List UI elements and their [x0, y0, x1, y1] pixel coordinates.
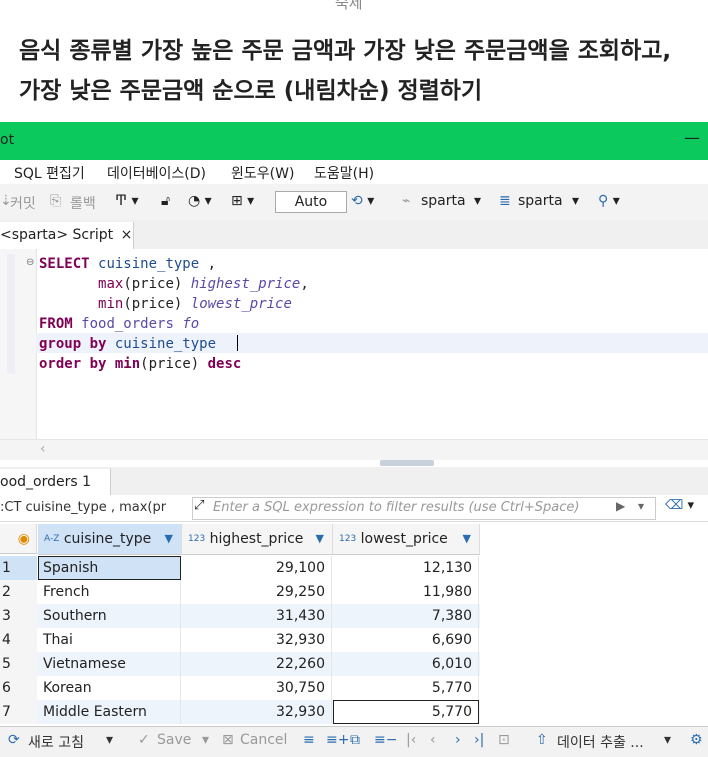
close-icon[interactable]: ×	[121, 227, 133, 243]
column-header-lowest-price[interactable]: 123 lowest_price ▼	[333, 524, 480, 555]
database-icon: ≣	[499, 193, 511, 209]
first-page-icon[interactable]: |‹	[406, 732, 416, 748]
app-title-bar: ot —	[0, 122, 708, 160]
table-row[interactable]: 3 Southern 31,430 7,380	[0, 604, 480, 628]
menu-bar: SQL 편집기 데이터베이스(D) 윈도우(W) 도움말(H)	[0, 160, 708, 184]
next-page-icon[interactable]: ›	[455, 732, 461, 748]
connection-icon: ⌁	[402, 193, 411, 209]
filter-bar: :CT cuisine_type , max(pr ⤢ Enter a SQL …	[0, 495, 708, 522]
assignment-heading: 음식 종류별 가장 높은 주문 금액과 가장 낮은 주문금액을 조회하고, 가장…	[19, 38, 672, 104]
window-title: ot	[0, 132, 15, 148]
plan-icon[interactable]: ⊞ ▾	[231, 193, 254, 209]
scroll-left-icon[interactable]: ‹	[40, 441, 46, 457]
tab-script[interactable]: <sparta> Script ×	[0, 222, 134, 249]
lock-icon[interactable]: 🔓︎	[161, 193, 170, 209]
rollback-button[interactable]: 롤백	[70, 193, 96, 213]
filter-placeholder: Enter a SQL expression to filter results…	[213, 500, 580, 515]
results-bottom-bar: ⟳ 새로 고침 ▾ ✓ Save ▾ ⊠ Cancel ≡ ≡+ ⧉ ≡− |‹…	[0, 726, 708, 757]
column-header-highest-price[interactable]: 123 highest_price ▼	[182, 524, 333, 555]
menu-database[interactable]: 데이터베이스(D)	[107, 163, 206, 183]
chevron-down-icon[interactable]: ▼	[165, 524, 173, 554]
add-row-icon[interactable]: ≡+	[326, 732, 349, 748]
text-caret	[237, 335, 238, 351]
query-preview[interactable]: :CT cuisine_type , max(pr	[0, 500, 186, 515]
edit-row-icon[interactable]: ≡	[303, 732, 315, 748]
cancel-button[interactable]: Cancel	[240, 732, 287, 748]
rollback-icon: ⎘	[50, 193, 62, 209]
copy-row-icon[interactable]: ⧉	[350, 732, 360, 748]
database-selector[interactable]: sparta	[518, 193, 563, 209]
save-icon: ✓	[138, 732, 150, 748]
editor-gutter	[0, 249, 37, 439]
commit-button[interactable]: 커밋	[10, 193, 36, 213]
filter-history-icon[interactable]: ▾	[638, 499, 644, 513]
code-line-1: SELECT cuisine_type ,	[39, 256, 217, 272]
fetch-all-icon[interactable]: ⊡	[498, 732, 510, 748]
export-icon: ⇧	[536, 732, 548, 748]
connection-dropdown-icon[interactable]: ▾	[474, 193, 481, 209]
minimize-button[interactable]: —	[684, 128, 700, 147]
panel-splitter[interactable]	[380, 460, 434, 466]
section-label: 숙제	[335, 0, 363, 12]
menu-help[interactable]: 도움말(H)	[314, 163, 374, 183]
database-dropdown-icon[interactable]: ▾	[572, 193, 579, 209]
code-line-3: min(price) lowest_price	[98, 296, 292, 312]
fold-region-marker	[7, 254, 15, 374]
chevron-down-icon[interactable]: ▼	[316, 524, 324, 554]
menu-sql-editor[interactable]: SQL 편집기	[14, 163, 85, 183]
table-row[interactable]: 6 Korean 30,750 5,770	[0, 676, 480, 700]
tab-results[interactable]: ood_orders 1 ×	[0, 469, 111, 516]
main-toolbar: ⇣ 커밋 ⎘ 롤백 Ͳ ▾ 🔓︎ ◔ ▾ ⊞ ▾ Auto ⟲ ▾ ⌁ spar…	[0, 184, 708, 221]
editor-horizontal-scrollbar[interactable]: ‹	[0, 439, 708, 460]
gauge-icon[interactable]: ◔ ▾	[188, 193, 212, 209]
export-button[interactable]: 데이터 추출 ...	[557, 732, 644, 752]
search-icon[interactable]: ⚲ ▾	[598, 193, 620, 209]
menu-window[interactable]: 윈도우(W)	[231, 163, 294, 183]
code-line-6: order by min(price) desc	[39, 356, 242, 372]
transaction-mode-field[interactable]: Auto	[275, 191, 347, 213]
code-line-2: max(price) highest_price,	[98, 276, 309, 292]
gear-icon[interactable]: ⚙	[690, 732, 703, 748]
refresh-button[interactable]: 새로 고침	[28, 732, 84, 752]
tab-results-label: ood_orders 1	[0, 474, 91, 490]
transaction-mode-icon[interactable]: Ͳ ▾	[115, 193, 139, 209]
table-row[interactable]: 4 Thai 32,930 6,690	[0, 628, 480, 652]
export-dropdown-icon[interactable]: ▾	[664, 732, 671, 748]
table-row[interactable]: 5 Vietnamese 22,260 6,010	[0, 652, 480, 676]
result-grid: ◉ A-Z cuisine_type ▼ 123 highest_price ▼…	[0, 524, 480, 726]
eraser-icon[interactable]: ⌫ ▾	[665, 498, 694, 513]
editor-tab-bar: <sparta> Script ×	[0, 220, 708, 250]
table-row[interactable]: 1 Spanish 29,100 12,130	[0, 556, 480, 580]
refresh-dropdown-icon[interactable]: ▾	[106, 732, 113, 748]
code-line-5: group by cuisine_type	[39, 336, 217, 352]
previous-page-icon[interactable]: ‹	[430, 732, 436, 748]
column-header-cuisine-type[interactable]: A-Z cuisine_type ▼	[38, 524, 182, 555]
apply-filter-icon[interactable]: ▶	[616, 499, 625, 513]
save-dropdown-icon[interactable]: ▾	[202, 732, 209, 748]
results-tab-bar: ood_orders 1 ×	[0, 467, 708, 516]
row-number-header: ◉	[0, 524, 37, 554]
table-row[interactable]: 2 French 29,250 11,980	[0, 580, 480, 604]
delete-row-icon[interactable]: ≡−	[374, 732, 397, 748]
last-page-icon[interactable]: ›|	[474, 732, 484, 748]
fold-icon[interactable]: ⊖	[26, 257, 34, 268]
expand-icon[interactable]: ⤢	[194, 498, 204, 513]
tab-script-label: <sparta> Script	[0, 227, 114, 243]
table-row[interactable]: 7 Middle Eastern 32,930 5,770	[0, 700, 480, 724]
code-line-4: FROM food_orders fo	[39, 316, 200, 332]
chevron-down-icon[interactable]: ▼	[463, 524, 471, 554]
connection-selector[interactable]: sparta	[421, 193, 466, 209]
refresh-icon[interactable]: ⟳	[8, 732, 20, 748]
sql-editor[interactable]: ⊖ SELECT cuisine_type , max(price) highe…	[0, 249, 708, 439]
save-button[interactable]: Save	[157, 732, 191, 748]
history-icon[interactable]: ⟲ ▾	[351, 193, 374, 209]
cancel-icon: ⊠	[222, 732, 234, 748]
